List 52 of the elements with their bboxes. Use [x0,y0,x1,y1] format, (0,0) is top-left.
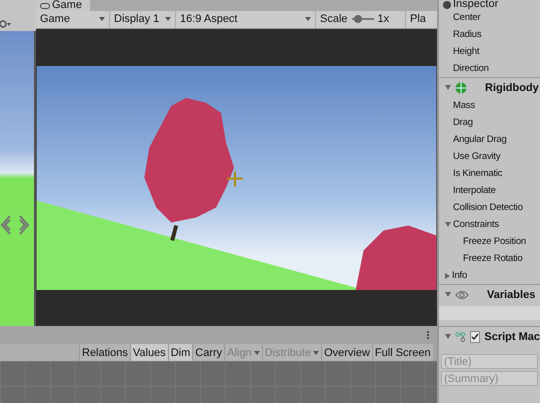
text-field[interactable]: (Title) [441,354,538,369]
dropdown[interactable]: Game [36,11,110,28]
component-title: Variables [487,288,536,300]
slider-thumb[interactable] [354,15,362,24]
field-label: Use Gravity [453,151,500,162]
toolbar-button[interactable]: Relations [79,344,130,361]
play-mode-button[interactable]: Pla [406,11,437,28]
component-title: Rigidbody [485,82,539,94]
caret-icon [305,17,311,22]
toolbar-button[interactable]: Full Screen [372,344,433,361]
field-label: Freeze Rotatio [463,253,523,264]
scale-label: Scale [320,13,348,26]
toolbar-button[interactable]: Carry [192,344,224,361]
field-label: Direction [453,63,489,74]
scale-reading: 1x [378,13,390,26]
move-gizmo-icon[interactable] [0,214,30,236]
enable-checkbox[interactable] [470,330,480,342]
game-tab[interactable]: Game [36,0,90,11]
field-label: Center [453,12,480,23]
toolbar-button[interactable]: Overview [321,344,372,361]
field-label: Is Kinematic [453,168,502,179]
sphere-icon [455,82,467,94]
toolbar-button[interactable]: Values [130,344,168,361]
search-field[interactable] [0,344,79,361]
text-field[interactable]: (Summary) [441,371,538,386]
foldout-arrow-icon[interactable] [445,272,450,278]
field-label: Mass [453,100,475,111]
foldout-arrow-icon[interactable] [445,222,451,227]
eye-icon [455,290,469,300]
dropdown[interactable]: 16:9 Aspect [176,11,316,28]
toolbar-button[interactable]: Dim [168,344,192,361]
gamepad-icon [40,2,50,8]
foldout-arrow-icon[interactable] [445,292,451,297]
field-label: Drag [453,117,473,128]
field-label: Freeze Position [463,236,526,247]
field-label: Collision Detectio [453,202,523,213]
caret-icon [254,350,260,354]
caret-icon [165,17,171,22]
foldout-arrow-icon[interactable] [445,85,451,90]
foldout-arrow-icon[interactable] [445,334,451,339]
component-title: Script Mac [484,330,540,342]
field-label: Angular Drag [453,134,507,145]
field-label: Interpolate [453,185,496,196]
caret-icon [313,350,320,354]
field-label: Radius [453,29,482,40]
caret-icon [99,17,105,22]
field-label: Height [453,46,480,57]
graph-nodes-icon [455,330,466,342]
dropdown[interactable]: Display 1 [110,11,176,28]
field-label: Info [452,270,468,281]
field-label: Constraints [453,219,499,230]
circle-dropdown-icon[interactable] [0,20,12,28]
